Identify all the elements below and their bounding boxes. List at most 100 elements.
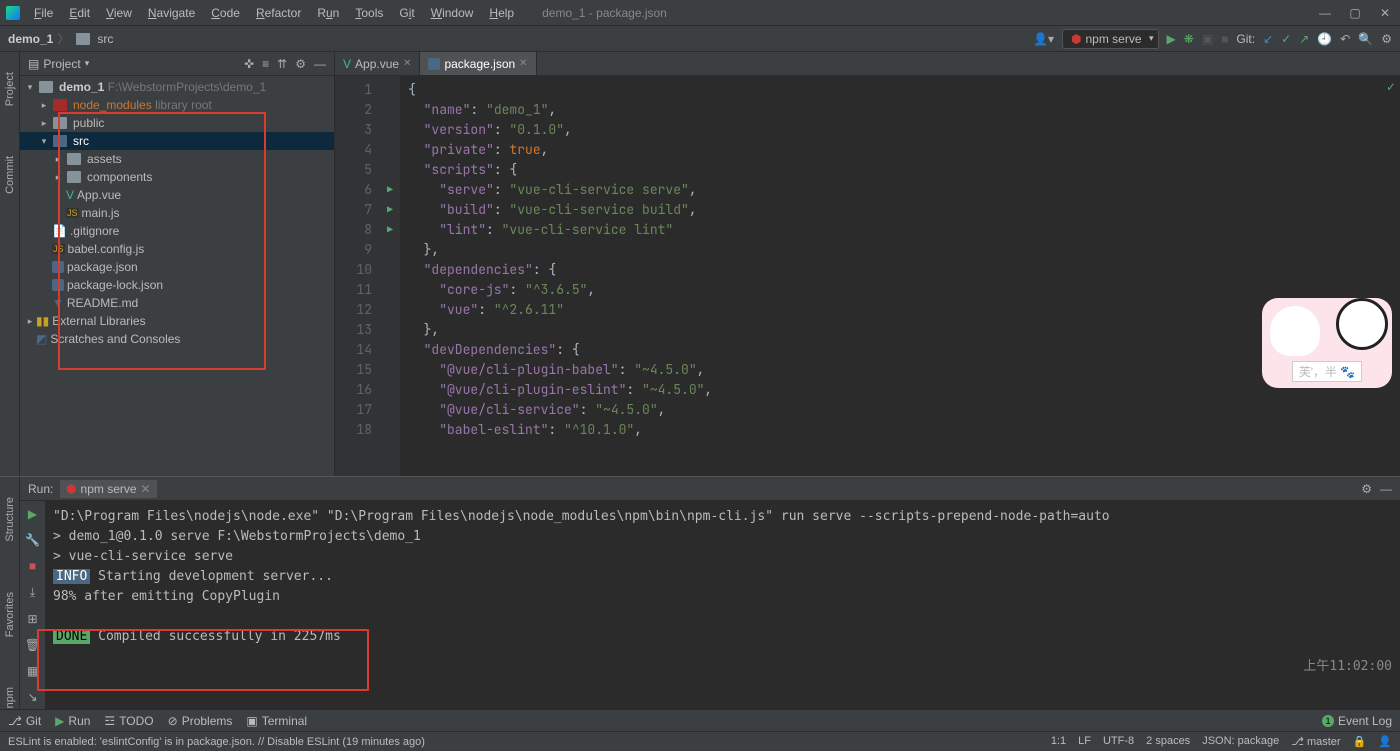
encoding[interactable]: UTF-8 bbox=[1103, 735, 1134, 748]
run-markers-gutter: ▶ ▶ ▶ bbox=[380, 76, 400, 476]
tool-run[interactable]: ▶Run bbox=[55, 714, 90, 728]
filetype[interactable]: JSON: package bbox=[1202, 735, 1279, 748]
breadcrumb-project[interactable]: demo_1 bbox=[8, 32, 53, 46]
inspection-ok-icon[interactable]: ✓ bbox=[1386, 80, 1396, 94]
panel-settings-icon[interactable]: ⚙ bbox=[1361, 482, 1372, 496]
play-icon: ▶ bbox=[55, 714, 64, 728]
tree-pkglock[interactable]: package-lock.json bbox=[67, 278, 163, 292]
stop-button[interactable]: ■ bbox=[1221, 32, 1228, 46]
rollback-icon[interactable]: ↶ bbox=[1340, 32, 1350, 46]
tree-components[interactable]: components bbox=[87, 170, 152, 184]
menu-git[interactable]: Git bbox=[391, 6, 422, 20]
run-button[interactable]: ▶ bbox=[1167, 32, 1176, 46]
project-tree[interactable]: demo_1 F:\WebstormProjects\demo_1 node_m… bbox=[20, 76, 334, 350]
breadcrumb-folder[interactable]: src bbox=[97, 32, 113, 46]
tree-mainjs[interactable]: main.js bbox=[82, 206, 120, 220]
tab-appvue[interactable]: VApp.vue✕ bbox=[335, 52, 420, 75]
tree-src[interactable]: src bbox=[73, 134, 89, 148]
tree-scratches[interactable]: Scratches and Consoles bbox=[50, 332, 180, 346]
line-ending[interactable]: LF bbox=[1078, 735, 1091, 748]
presentation-icon[interactable]: 👤 bbox=[1378, 735, 1392, 748]
expand-icon[interactable]: ≡ bbox=[262, 57, 269, 71]
tool-terminal[interactable]: ▣Terminal bbox=[246, 714, 307, 728]
vcs-commit-icon[interactable]: ✓ bbox=[1281, 32, 1291, 46]
debug-button[interactable]: ❋ bbox=[1184, 32, 1194, 46]
run-gutter-icon[interactable]: ▶ bbox=[380, 200, 400, 220]
panel-select-icon[interactable]: ▤ bbox=[28, 57, 39, 71]
menu-help[interactable]: Help bbox=[481, 6, 522, 20]
tree-external[interactable]: External Libraries bbox=[52, 314, 145, 328]
code-text[interactable]: { "name": "demo_1", "version": "0.1.0", … bbox=[400, 76, 1400, 476]
close-tab-icon[interactable]: ✕ bbox=[519, 58, 527, 69]
menu-edit[interactable]: Edit bbox=[61, 6, 98, 20]
tool-git[interactable]: ⎇Git bbox=[8, 714, 41, 728]
run-gutter-icon[interactable]: ▶ bbox=[380, 220, 400, 240]
status-message[interactable]: ESLint is enabled: 'eslintConfig' is in … bbox=[8, 736, 425, 748]
tool-project[interactable]: Project bbox=[4, 72, 16, 106]
menu-refactor[interactable]: Refactor bbox=[248, 6, 309, 20]
maximize-button[interactable]: ▢ bbox=[1340, 0, 1370, 26]
stop-button[interactable]: ■ bbox=[29, 559, 36, 573]
tool-commit[interactable]: Commit bbox=[4, 156, 16, 194]
menu-run[interactable]: Run bbox=[309, 6, 347, 20]
print-icon[interactable]: ▦ bbox=[27, 664, 38, 678]
console-output[interactable]: "D:\Program Files\nodejs\node.exe" "D:\P… bbox=[45, 501, 1400, 709]
add-user-icon[interactable]: 👤▾ bbox=[1033, 32, 1054, 46]
vue-file-icon: V bbox=[66, 188, 74, 202]
return-icon[interactable]: ↘ bbox=[27, 690, 37, 704]
npm-icon: ⬢ bbox=[66, 482, 76, 496]
layout-icon[interactable]: ⊞ bbox=[27, 612, 37, 626]
tree-pkg[interactable]: package.json bbox=[67, 260, 138, 274]
tool-structure[interactable]: Structure bbox=[4, 497, 16, 542]
tree-assets[interactable]: assets bbox=[87, 152, 122, 166]
tool-event-log[interactable]: 1Event Log bbox=[1322, 714, 1392, 728]
hide-icon[interactable]: — bbox=[314, 57, 326, 71]
menu-navigate[interactable]: Navigate bbox=[140, 6, 203, 20]
caret-pos[interactable]: 1:1 bbox=[1051, 735, 1066, 748]
vcs-push-icon[interactable]: ↗ bbox=[1299, 32, 1309, 46]
tree-root[interactable]: demo_1 bbox=[59, 80, 104, 94]
panel-settings-icon[interactable]: ⚙ bbox=[295, 57, 306, 71]
locate-icon[interactable]: ✜ bbox=[244, 57, 254, 71]
tree-node-modules[interactable]: node_modules bbox=[73, 98, 152, 112]
collapse-icon[interactable]: ⇈ bbox=[277, 57, 287, 71]
tab-packagejson[interactable]: package.json✕ bbox=[420, 52, 536, 75]
run-gutter-icon[interactable]: ▶ bbox=[380, 180, 400, 200]
close-tab-icon[interactable]: ✕ bbox=[403, 58, 411, 69]
minimize-button[interactable]: — bbox=[1310, 0, 1340, 26]
indent[interactable]: 2 spaces bbox=[1146, 735, 1190, 748]
rerun-button[interactable]: ▶ bbox=[28, 507, 37, 521]
vcs-update-icon[interactable]: ↙ bbox=[1263, 32, 1273, 46]
tool-todo[interactable]: ☲TODO bbox=[104, 714, 153, 728]
git-branch[interactable]: ⎇ master bbox=[1291, 735, 1340, 748]
tool-npm[interactable]: npm bbox=[4, 687, 16, 708]
panel-title[interactable]: Project bbox=[43, 57, 80, 71]
wrench-icon[interactable]: 🔧 bbox=[25, 533, 40, 547]
tree-gitignore[interactable]: .gitignore bbox=[70, 224, 119, 238]
tool-favorites[interactable]: Favorites bbox=[4, 592, 16, 637]
close-tab-icon[interactable]: ✕ bbox=[141, 482, 151, 496]
search-icon[interactable]: 🔍 bbox=[1358, 32, 1373, 46]
folder-icon bbox=[53, 117, 67, 129]
run-configuration-select[interactable]: ⬢ npm serve bbox=[1062, 29, 1159, 49]
menu-code[interactable]: Code bbox=[203, 6, 248, 20]
settings-icon[interactable]: ⚙ bbox=[1381, 32, 1392, 46]
menu-tools[interactable]: Tools bbox=[347, 6, 391, 20]
hide-icon[interactable]: — bbox=[1380, 482, 1392, 496]
tree-appvue[interactable]: App.vue bbox=[77, 188, 121, 202]
run-output-tab[interactable]: ⬢ npm serve ✕ bbox=[60, 480, 157, 498]
coverage-button[interactable]: ▣ bbox=[1202, 32, 1213, 46]
tree-readme[interactable]: README.md bbox=[67, 296, 138, 310]
menu-view[interactable]: View bbox=[98, 6, 140, 20]
menu-file[interactable]: File bbox=[26, 6, 61, 20]
trash-icon[interactable]: 🗑 bbox=[25, 638, 40, 652]
tree-babel[interactable]: babel.config.js bbox=[68, 242, 145, 256]
history-icon[interactable]: 🕘 bbox=[1317, 32, 1332, 46]
lock-icon[interactable]: 🔒 bbox=[1353, 735, 1367, 748]
close-button[interactable]: ✕ bbox=[1370, 0, 1400, 26]
vue-file-icon: V bbox=[343, 57, 351, 71]
down-icon[interactable]: ⤓ bbox=[30, 585, 35, 600]
tree-public[interactable]: public bbox=[73, 116, 104, 130]
tool-problems[interactable]: ⊘Problems bbox=[168, 714, 233, 728]
menu-window[interactable]: Window bbox=[423, 6, 482, 20]
